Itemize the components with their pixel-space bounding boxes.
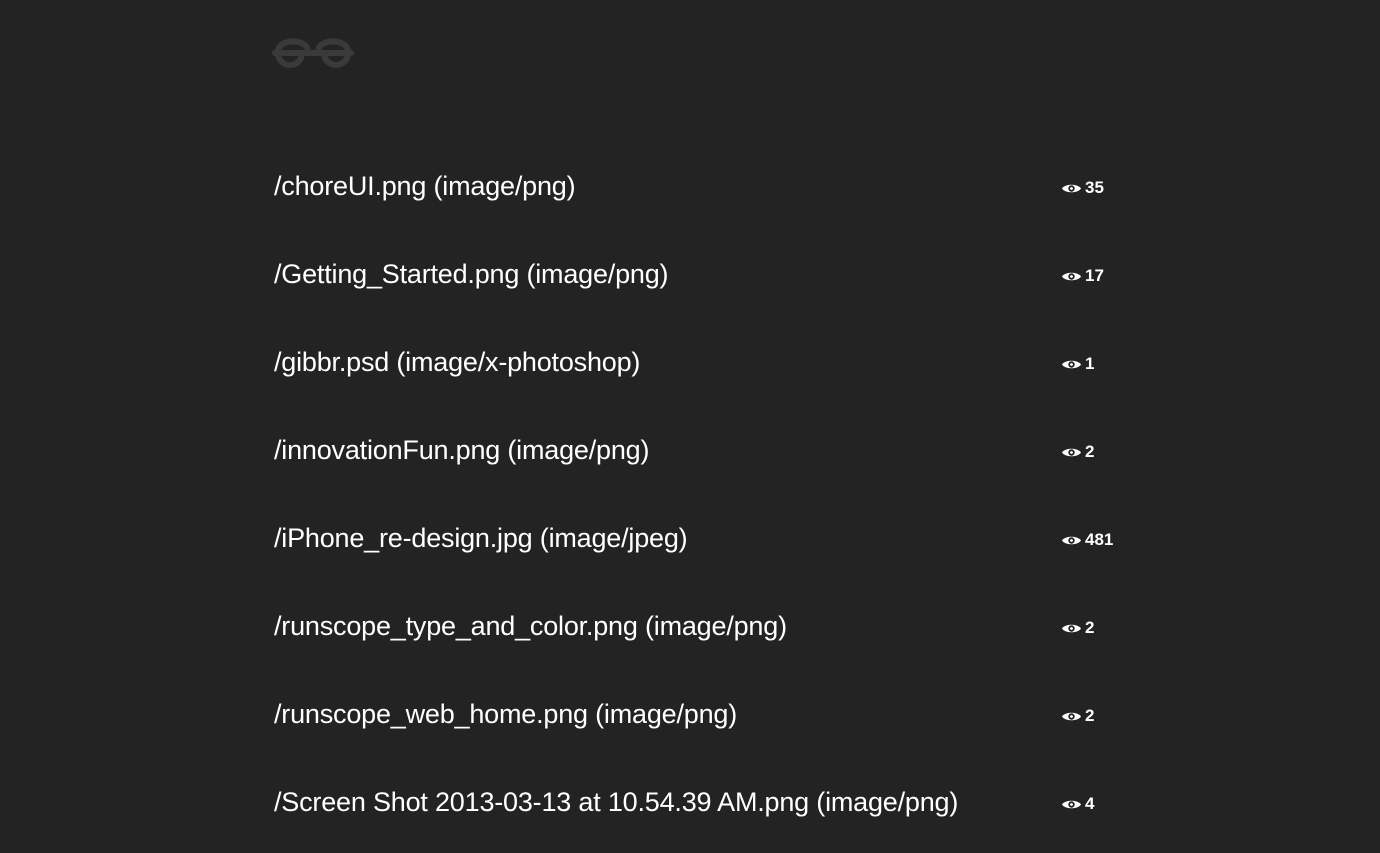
- file-link[interactable]: /innovationFun.png (image/png): [274, 434, 649, 466]
- view-count-group: 481: [1061, 531, 1113, 549]
- view-count-group: 2: [1061, 619, 1094, 637]
- eye-icon: [1062, 536, 1081, 544]
- file-link[interactable]: /runscope_type_and_color.png (image/png): [274, 610, 787, 642]
- file-row: /runscope_type_and_color.png (image/png)…: [274, 594, 1134, 682]
- view-count: 2: [1085, 618, 1095, 637]
- file-list: /choreUI.png (image/png) 35 /Getting_Sta…: [274, 154, 1134, 853]
- file-link[interactable]: /iPhone_re-design.jpg (image/jpeg): [274, 522, 688, 554]
- view-count-group: 1: [1061, 355, 1094, 373]
- view-count: 2: [1085, 706, 1095, 725]
- eye-icon: [1062, 184, 1081, 192]
- file-row: /Screen Shot 2013-03-13 at 10.54.39 AM.p…: [274, 770, 1134, 853]
- file-row: /innovationFun.png (image/png) 2: [274, 418, 1134, 506]
- view-count: 4: [1085, 794, 1095, 813]
- file-row: /gibbr.psd (image/x-photoshop) 1: [274, 330, 1134, 418]
- view-count-group: 35: [1061, 179, 1104, 197]
- file-link[interactable]: /Screen Shot 2013-03-13 at 10.54.39 AM.p…: [274, 786, 958, 818]
- eye-icon: [1062, 712, 1081, 720]
- view-count: 481: [1085, 530, 1114, 549]
- file-row: /Getting_Started.png (image/png) 17: [274, 242, 1134, 330]
- eye-icon: [1062, 272, 1081, 280]
- file-link[interactable]: /Getting_Started.png (image/png): [274, 258, 669, 290]
- eye-icon: [1062, 624, 1081, 632]
- eye-icon: [1062, 360, 1081, 368]
- file-link[interactable]: /runscope_web_home.png (image/png): [274, 698, 737, 730]
- eye-icon: [1062, 448, 1081, 456]
- file-row: /runscope_web_home.png (image/png) 2: [274, 682, 1134, 770]
- view-count-group: 2: [1061, 707, 1094, 725]
- view-count: 2: [1085, 442, 1095, 461]
- logo-glasses-icon[interactable]: [272, 36, 354, 72]
- view-count: 1: [1085, 354, 1095, 373]
- view-count-group: 17: [1061, 267, 1104, 285]
- view-count-group: 4: [1061, 795, 1094, 813]
- file-row: /iPhone_re-design.jpg (image/jpeg) 481: [274, 506, 1134, 594]
- view-count: 17: [1085, 266, 1104, 285]
- view-count: 35: [1085, 178, 1104, 197]
- view-count-group: 2: [1061, 443, 1094, 461]
- file-link[interactable]: /choreUI.png (image/png): [274, 170, 576, 202]
- eye-icon: [1062, 800, 1081, 808]
- file-row: /choreUI.png (image/png) 35: [274, 154, 1134, 242]
- file-link[interactable]: /gibbr.psd (image/x-photoshop): [274, 346, 640, 378]
